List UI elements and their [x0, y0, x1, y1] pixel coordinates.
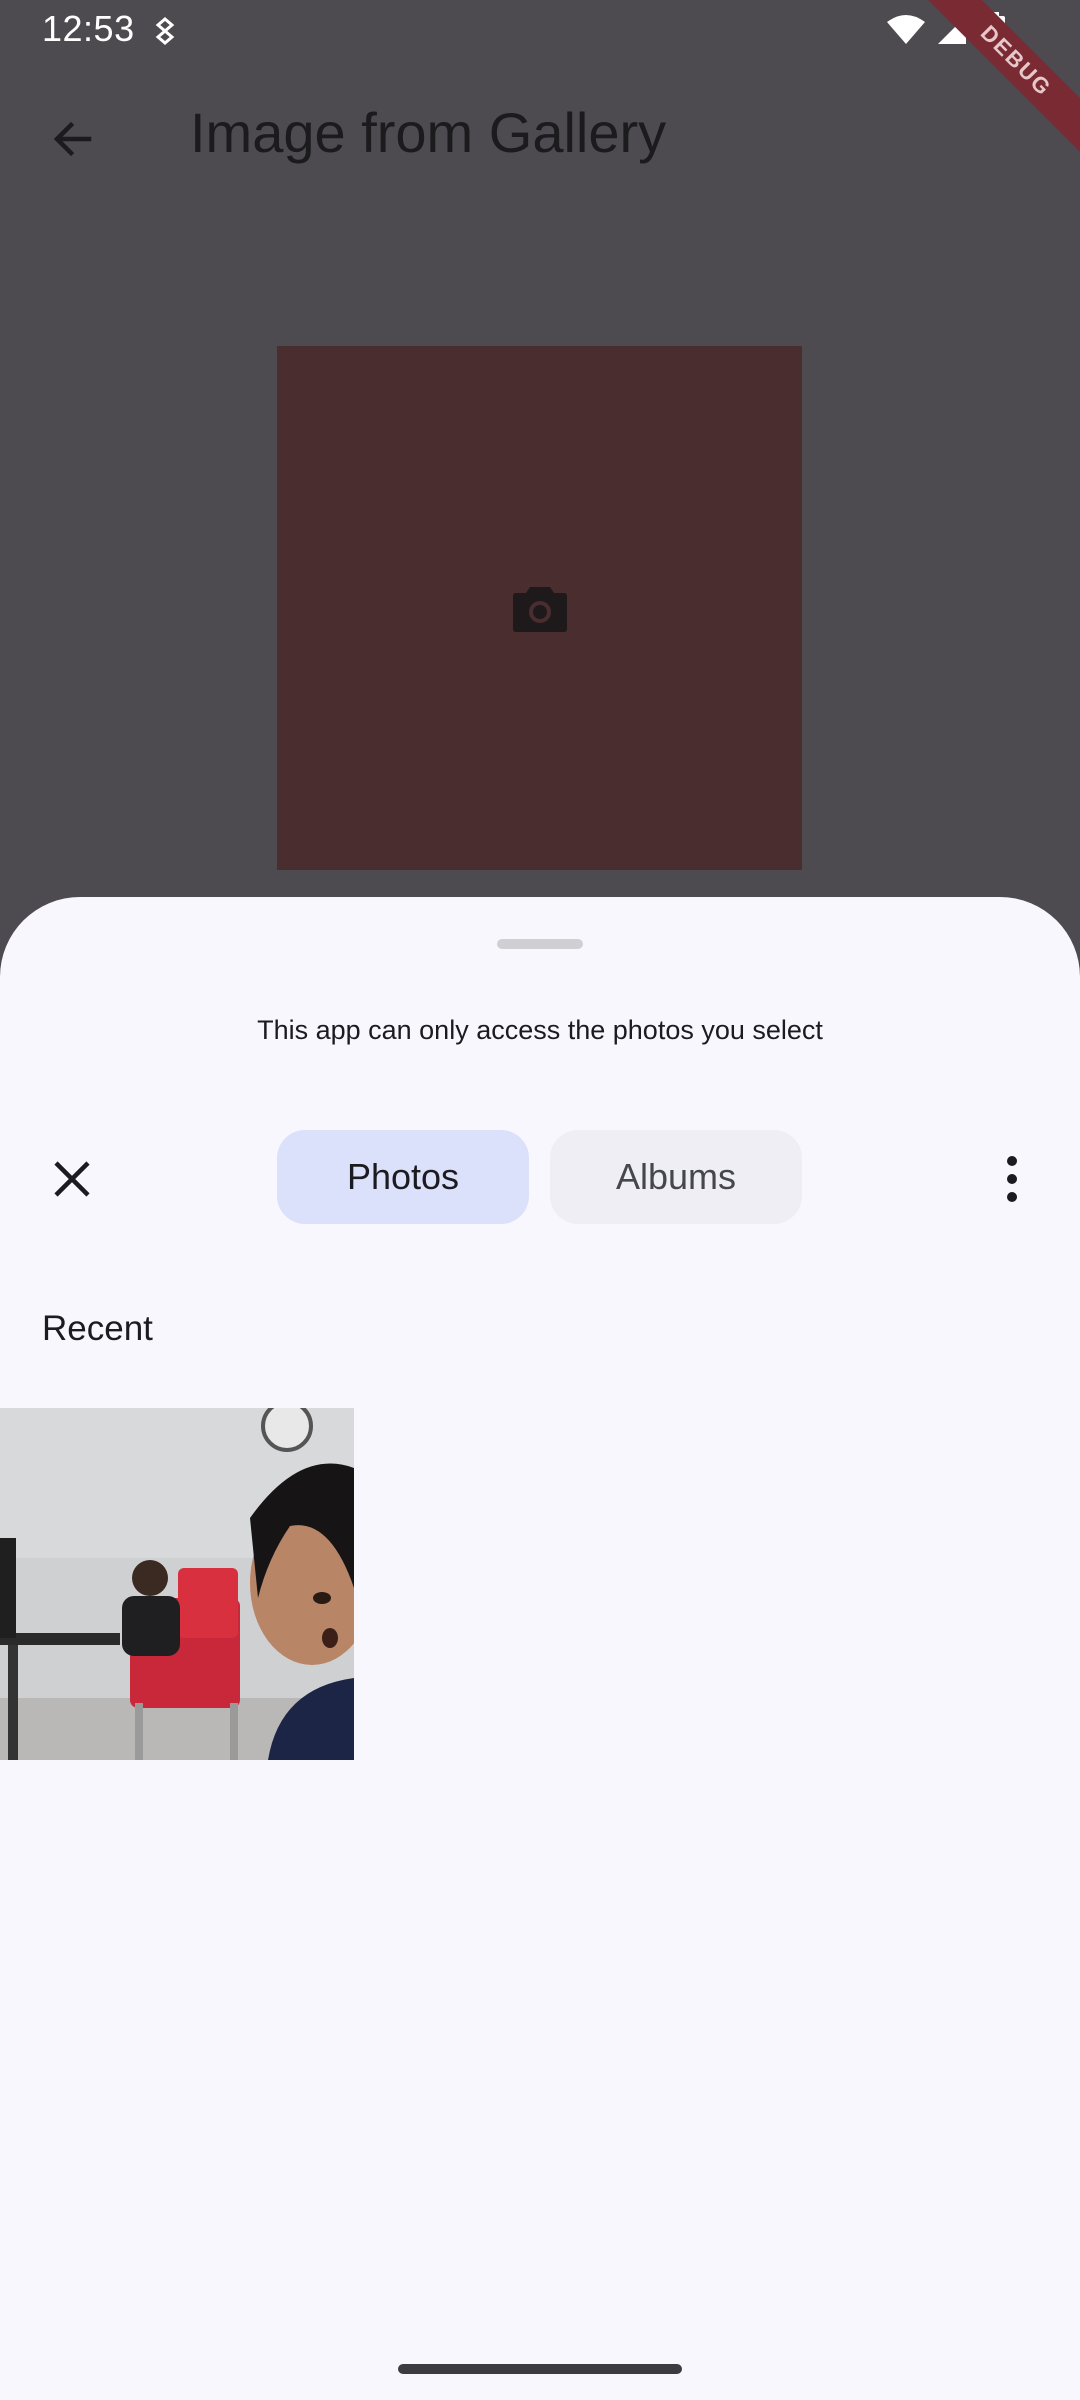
more-vert-icon: [1007, 1156, 1017, 1202]
photo-thumbnail[interactable]: [0, 1408, 354, 1760]
more-options-button[interactable]: [988, 1147, 1036, 1211]
status-time: 12:53: [42, 8, 135, 49]
close-icon: [54, 1161, 90, 1197]
close-button[interactable]: [40, 1147, 104, 1211]
gesture-nav-handle[interactable]: [398, 2364, 682, 2374]
camera-icon: [512, 587, 567, 632]
image-placeholder[interactable]: [277, 346, 802, 870]
arrow-back-icon: [53, 121, 92, 157]
status-bar: 12:53: [0, 0, 1080, 62]
tab-photos-label: Photos: [346, 1156, 460, 1197]
tab-albums-label: Albums: [615, 1156, 737, 1197]
tab-albums[interactable]: Albums: [550, 1130, 802, 1224]
drag-handle[interactable]: [497, 939, 583, 949]
access-message: This app can only access the photos you …: [257, 1015, 823, 1045]
app-bar: Image from Gallery: [0, 70, 1080, 200]
sync-icon: [155, 17, 175, 45]
photo-image: [0, 1408, 354, 1760]
back-button[interactable]: [38, 106, 108, 172]
page-title: Image from Gallery: [190, 101, 667, 164]
photo-picker-sheet: This app can only access the photos you …: [0, 897, 1080, 2400]
tab-photos[interactable]: Photos: [277, 1130, 529, 1224]
section-heading-recent: Recent: [42, 1309, 153, 1348]
